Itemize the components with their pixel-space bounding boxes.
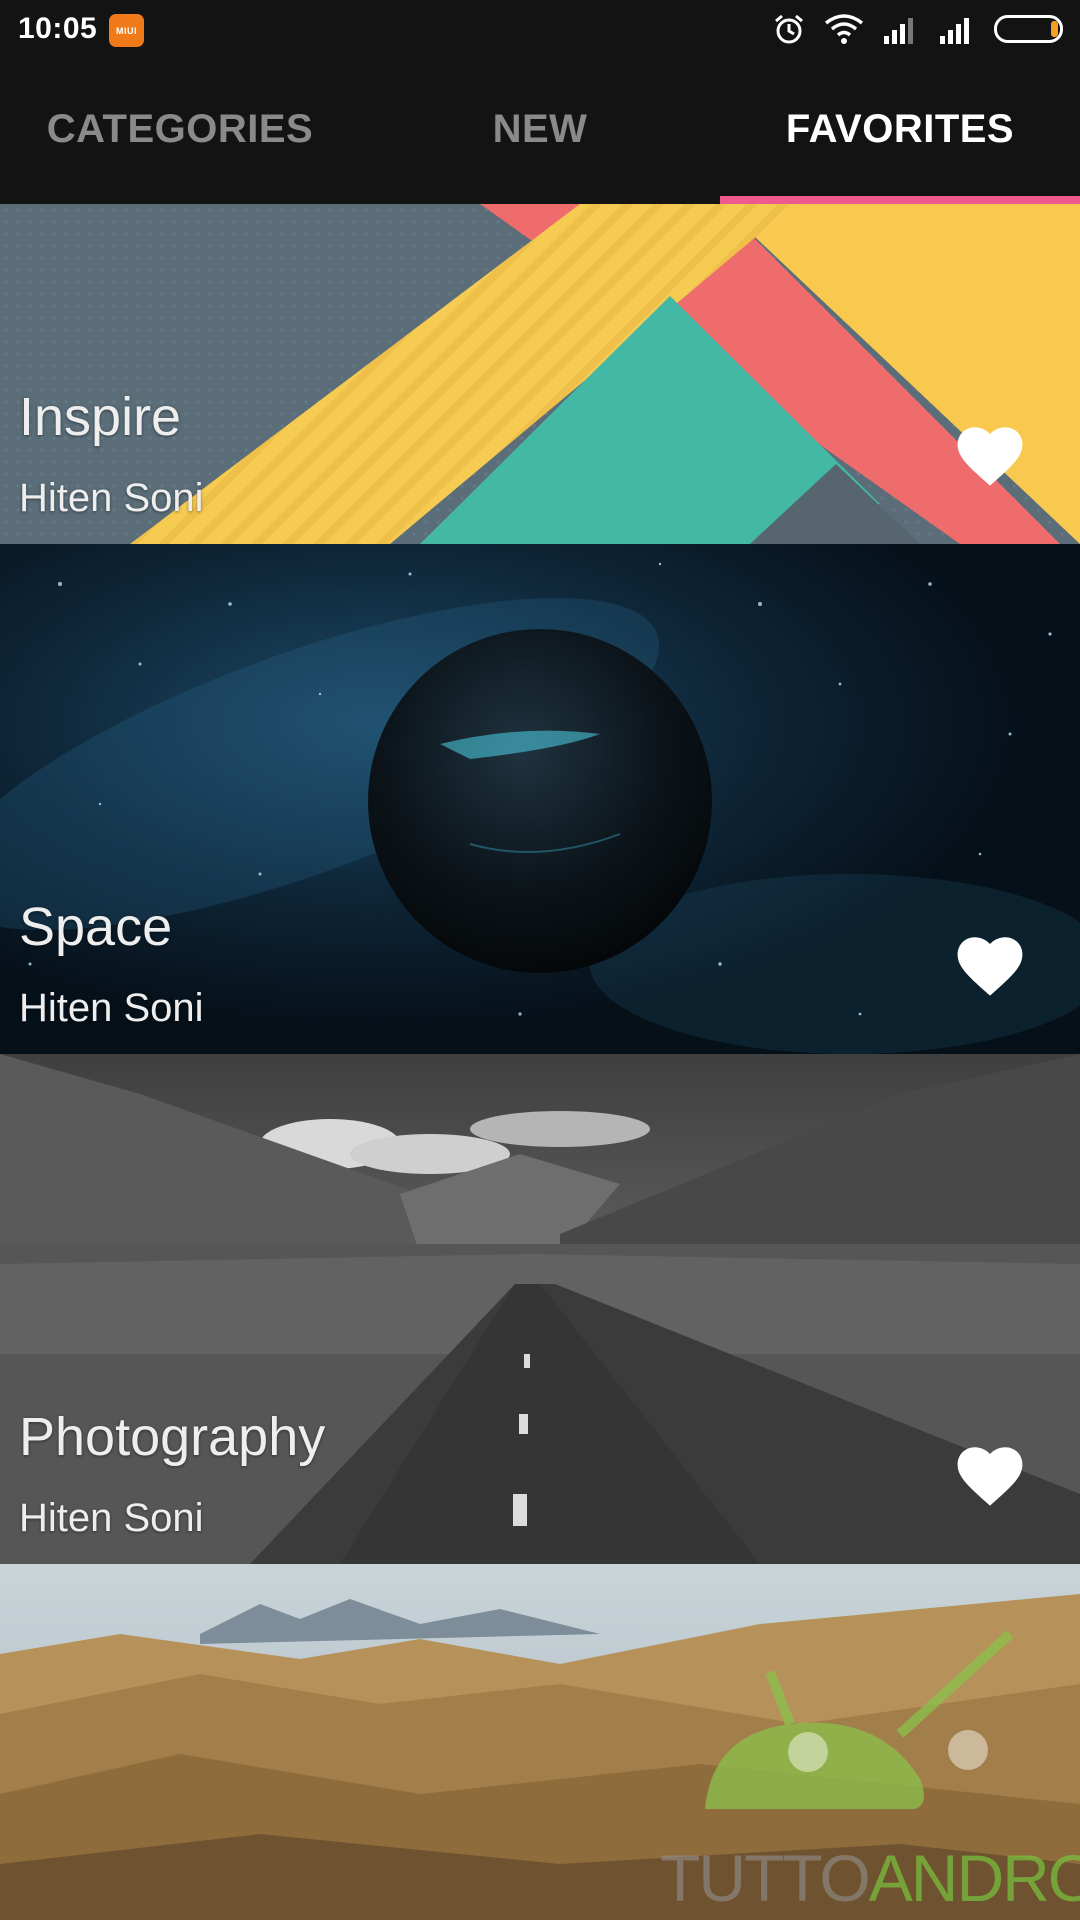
card-author: Hiten Soni bbox=[19, 986, 204, 1030]
wallpaper-card-space[interactable]: Space Hiten Soni bbox=[0, 544, 1080, 1054]
heart-icon[interactable] bbox=[956, 1445, 1024, 1507]
photography-artwork bbox=[0, 1054, 1080, 1564]
card-title: Space bbox=[19, 897, 173, 957]
card-author: Hiten Soni bbox=[19, 476, 204, 520]
watermark-part2: ANDROID bbox=[868, 1841, 1080, 1915]
screen: 10:05 MIUI CATEGORIES NEW FAVORITES Insp… bbox=[0, 0, 1080, 1920]
signal-icon bbox=[938, 14, 976, 49]
heart-icon[interactable] bbox=[956, 425, 1024, 487]
tab-new[interactable]: NEW bbox=[360, 62, 720, 204]
heart-icon[interactable] bbox=[956, 935, 1024, 997]
tab-categories[interactable]: CATEGORIES bbox=[0, 62, 360, 204]
status-icons bbox=[754, 12, 1066, 50]
card-title: Photography bbox=[19, 1407, 326, 1467]
wallpaper-card-photography[interactable]: Photography Hiten Soni bbox=[0, 1054, 1080, 1564]
status-time: 10:05 bbox=[18, 12, 98, 45]
card-title: Inspire bbox=[19, 387, 182, 447]
tab-favorites[interactable]: FAVORITES bbox=[720, 62, 1080, 204]
card-author: Hiten Soni bbox=[19, 1496, 204, 1540]
tab-bar: CATEGORIES NEW FAVORITES bbox=[0, 62, 1080, 204]
watermark: TUTTOANDROID bbox=[660, 1840, 1080, 1920]
watermark-part1: TUTTO bbox=[660, 1841, 871, 1915]
alarm-icon bbox=[772, 12, 806, 51]
signal-icon bbox=[882, 14, 920, 49]
status-bar: 10:05 MIUI bbox=[0, 0, 1080, 62]
space-artwork bbox=[0, 544, 1080, 1054]
wifi-icon bbox=[824, 13, 864, 50]
battery-icon bbox=[994, 14, 1066, 49]
miui-badge: MIUI bbox=[109, 14, 144, 47]
